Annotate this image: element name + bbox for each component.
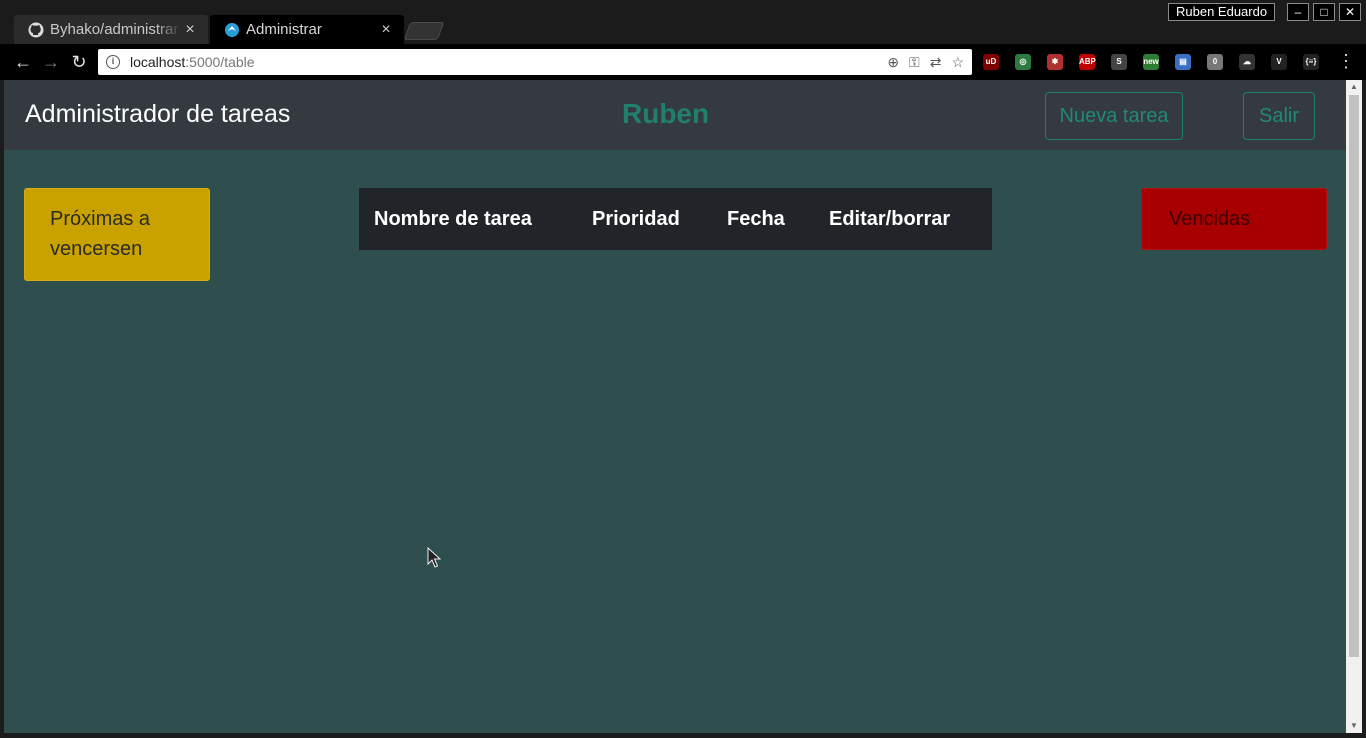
screencast-icon[interactable]: new <box>1143 54 1159 70</box>
target-icon[interactable]: ◎ <box>1015 54 1031 70</box>
vue-icon[interactable]: V <box>1271 54 1287 70</box>
forward-button[interactable]: → <box>40 51 62 73</box>
mouse-cursor-icon <box>427 547 441 568</box>
page-scrollbar[interactable]: ▲ ▼ <box>1346 80 1362 733</box>
translate-icon[interactable]: ⇄ <box>930 54 942 71</box>
skype-icon[interactable]: S <box>1111 54 1127 70</box>
menu-icon[interactable]: ⋮ <box>1337 52 1355 70</box>
cloud-icon[interactable]: ☁ <box>1239 54 1255 70</box>
column-edit-delete: Editar/borrar <box>829 207 951 230</box>
zero-icon[interactable]: 0 <box>1207 54 1223 70</box>
scroll-thumb[interactable] <box>1349 95 1359 657</box>
abp-icon[interactable]: ABP <box>1079 54 1096 70</box>
back-button[interactable]: ← <box>12 51 34 73</box>
minimize-button[interactable]: – <box>1287 3 1309 21</box>
maximize-button[interactable]: □ <box>1313 3 1335 21</box>
reload-button[interactable]: ↻ <box>68 51 90 73</box>
expired-tasks-card[interactable]: Vencidas <box>1141 188 1327 250</box>
page-viewport: Administrador de tareas Ruben Nueva tare… <box>4 80 1346 733</box>
github-icon <box>28 22 44 37</box>
new-task-button[interactable]: Nueva tarea <box>1045 92 1183 140</box>
navbar: Administrador de tareas Ruben Nueva tare… <box>4 80 1346 150</box>
column-task-name: Nombre de tarea <box>374 207 532 230</box>
url-path: :5000/table <box>185 54 255 70</box>
close-icon[interactable]: × <box>378 21 394 39</box>
url-host: localhost <box>130 54 186 70</box>
column-date: Fecha <box>727 207 785 230</box>
json-icon[interactable]: {≡} <box>1303 54 1319 70</box>
info-icon[interactable]: i <box>106 55 120 69</box>
scroll-up-icon[interactable]: ▲ <box>1346 80 1362 94</box>
logout-button[interactable]: Salir <box>1243 92 1315 140</box>
tab-title: Administrar <box>246 21 322 38</box>
browser-tab-strip: Byhako/administrar × Administrar × Ruben… <box>0 0 1366 44</box>
key-icon[interactable]: ⚿ <box>909 54 920 71</box>
star-icon[interactable]: ☆ <box>951 54 964 71</box>
scroll-down-icon[interactable]: ▼ <box>1346 719 1362 733</box>
window-frame <box>1362 80 1366 738</box>
profile-badge[interactable]: Ruben Eduardo <box>1168 3 1276 21</box>
address-bar[interactable]: i localhost:5000/table ⊕ ⚿ ⇄ ☆ <box>98 49 972 75</box>
bug-icon[interactable]: ✱ <box>1047 54 1063 70</box>
app-brand[interactable]: Administrador de tareas <box>25 100 290 129</box>
close-window-button[interactable]: ✕ <box>1339 3 1361 21</box>
tasks-table: Nombre de tarea Prioridad Fecha Editar/b… <box>359 188 992 250</box>
current-user: Ruben <box>622 98 710 129</box>
table-header-row: Nombre de tarea Prioridad Fecha Editar/b… <box>359 188 992 250</box>
tab-title: Byhako/administrar <box>50 21 179 38</box>
book-icon[interactable]: ▤ <box>1175 54 1191 70</box>
column-priority: Prioridad <box>592 207 680 230</box>
tab-administrar[interactable]: Administrar × <box>210 15 404 44</box>
new-tab-button[interactable] <box>403 22 445 40</box>
browser-toolbar: ← → ↻ i localhost:5000/table ⊕ ⚿ ⇄ ☆ uD ◎… <box>0 44 1366 80</box>
tab-github[interactable]: Byhako/administrar × <box>14 15 208 44</box>
app-icon <box>225 22 239 37</box>
table-header: Nombre de tarea Prioridad Fecha Editar/b… <box>359 188 992 250</box>
window-frame <box>0 733 1366 738</box>
ublock-icon[interactable]: uD <box>983 54 999 70</box>
upcoming-tasks-card[interactable]: Próximas a vencersen <box>24 188 210 281</box>
zoom-icon[interactable]: ⊕ <box>887 54 899 71</box>
close-icon[interactable]: × <box>182 21 198 39</box>
